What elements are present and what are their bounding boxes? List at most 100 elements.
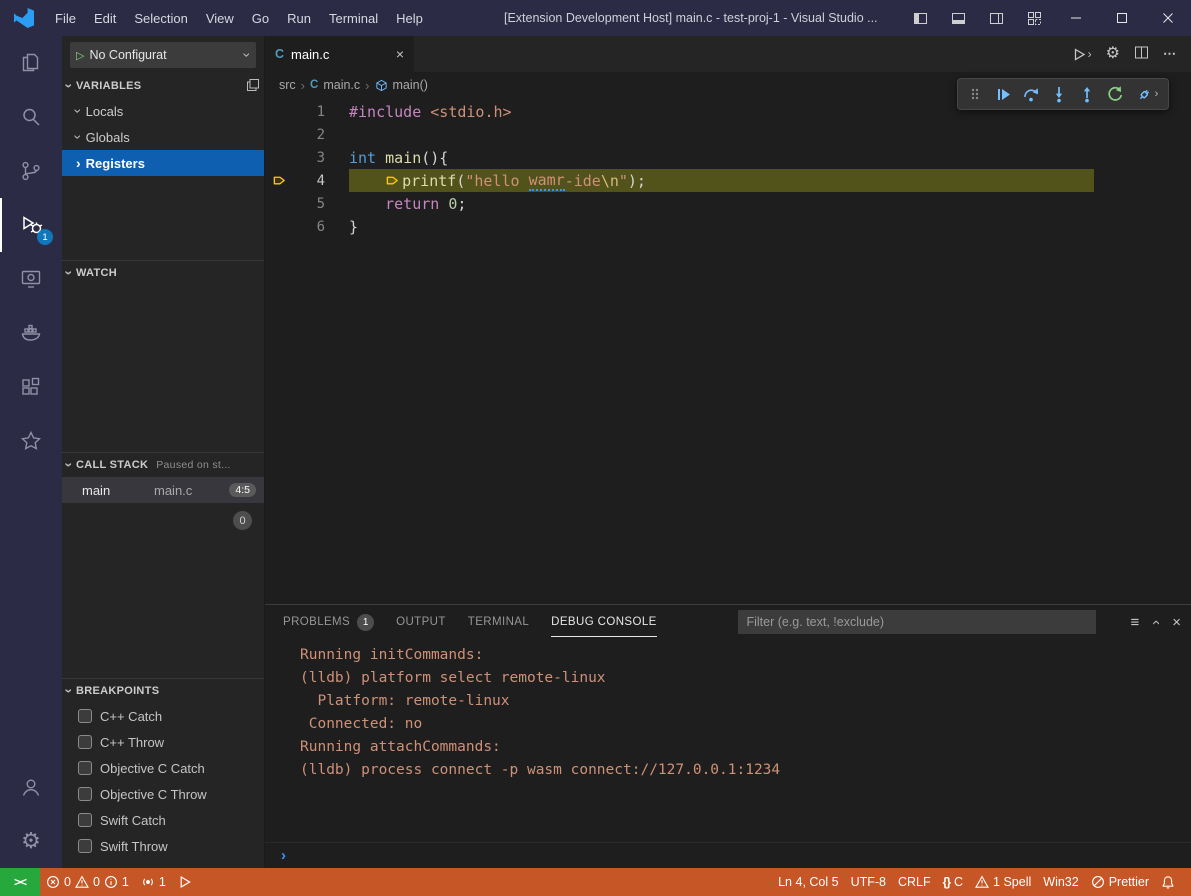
call-stack-section-header[interactable]: › CALL STACK Paused on st... xyxy=(62,453,264,477)
breakpoint-checkbox[interactable] xyxy=(78,735,92,749)
close-button[interactable] xyxy=(1145,0,1191,36)
variables-item-registers[interactable]: › Registers xyxy=(62,150,264,176)
code-text: printf("hello wamr-ide\n"); xyxy=(325,171,646,191)
collapse-all-icon[interactable] xyxy=(246,78,260,95)
breakpoint-checkbox[interactable] xyxy=(78,709,92,723)
current-line-pointer-icon[interactable] xyxy=(265,173,293,188)
step-into-button[interactable] xyxy=(1046,81,1072,107)
breakpoint-item[interactable]: Swift Catch xyxy=(62,807,264,833)
breadcrumb-symbol[interactable]: main() xyxy=(393,78,428,92)
tab-output[interactable]: OUTPUT xyxy=(396,605,446,639)
problems-indicator[interactable]: 0 0 1 xyxy=(40,868,135,896)
window-controls xyxy=(901,0,1191,36)
menu-file[interactable]: File xyxy=(46,0,85,36)
settings-gear-button[interactable]: ⚙ xyxy=(1106,46,1120,62)
run-file-button[interactable]: › xyxy=(1072,47,1092,62)
variables-section-header[interactable]: › VARIABLES xyxy=(62,74,264,98)
debug-config-dropdown[interactable]: ▷ No Configurat › xyxy=(70,42,256,68)
platform-indicator[interactable]: Win32 xyxy=(1037,868,1084,896)
layout-sidebar-icon[interactable] xyxy=(901,0,939,36)
breakpoint-item[interactable]: C++ Throw xyxy=(62,729,264,755)
debug-start-indicator[interactable] xyxy=(172,868,198,896)
eol-indicator[interactable]: CRLF xyxy=(892,868,937,896)
editor-group: C main.c × › ⚙ ⋯ src xyxy=(265,36,1191,868)
restart-button[interactable] xyxy=(1102,81,1128,107)
start-debug-icon[interactable]: ▷ xyxy=(76,49,84,62)
split-editor-button[interactable] xyxy=(1134,45,1149,63)
console-line: (lldb) platform select remote-linux xyxy=(300,670,1191,693)
maximize-button[interactable] xyxy=(1099,0,1145,36)
console-filter-input[interactable] xyxy=(738,610,1096,634)
more-actions-button[interactable]: ⋯ xyxy=(1163,46,1177,62)
disconnect-button[interactable]: › xyxy=(1130,81,1164,107)
encoding-indicator[interactable]: UTF-8 xyxy=(845,868,892,896)
activity-remote-explorer[interactable] xyxy=(0,252,62,306)
breakpoint-checkbox[interactable] xyxy=(78,839,92,853)
console-output[interactable]: Running initCommands:(lldb) platform sel… xyxy=(265,639,1191,842)
breadcrumb-src[interactable]: src xyxy=(279,78,296,92)
menu-terminal[interactable]: Terminal xyxy=(320,0,387,36)
watch-section-header[interactable]: › WATCH xyxy=(62,261,264,285)
activity-docker[interactable] xyxy=(0,306,62,360)
activity-search[interactable] xyxy=(0,90,62,144)
layout-customize-icon[interactable] xyxy=(1015,0,1053,36)
activity-account[interactable] xyxy=(0,760,62,814)
activity-explorer[interactable] xyxy=(0,36,62,90)
code-editor[interactable]: 1#include <stdio.h>23int main(){4 printf… xyxy=(265,98,1191,604)
tab-problems[interactable]: PROBLEMS 1 xyxy=(283,605,374,639)
panel-header: PROBLEMS 1 OUTPUT TERMINAL DEBUG CONSOLE xyxy=(265,605,1191,639)
call-stack-frame[interactable]: main main.c 4:5 xyxy=(62,477,264,503)
activity-star[interactable] xyxy=(0,414,62,468)
activity-settings[interactable]: ⚙ xyxy=(0,814,62,868)
variables-item-locals[interactable]: › Locals xyxy=(62,98,264,124)
titlebar: FileEditSelectionViewGoRunTerminalHelp [… xyxy=(0,0,1191,36)
warning-icon xyxy=(75,875,89,889)
symbol-cube-icon xyxy=(375,79,388,92)
breakpoint-item[interactable]: Swift Throw xyxy=(62,833,264,859)
variables-item-globals[interactable]: › Globals xyxy=(62,124,264,150)
breakpoint-item[interactable]: Objective C Throw xyxy=(62,781,264,807)
inline-breakpoint-icon[interactable] xyxy=(385,173,400,188)
menu-go[interactable]: Go xyxy=(243,0,278,36)
menu-edit[interactable]: Edit xyxy=(85,0,125,36)
activity-extensions[interactable] xyxy=(0,360,62,414)
minimize-button[interactable] xyxy=(1053,0,1099,36)
step-out-button[interactable] xyxy=(1074,81,1100,107)
debug-toolbar-drag-handle[interactable] xyxy=(962,81,988,107)
menu-help[interactable]: Help xyxy=(387,0,432,36)
activity-debug[interactable]: 1 xyxy=(0,198,62,252)
prettier-indicator[interactable]: Prettier xyxy=(1085,868,1155,896)
console-input-row[interactable]: › xyxy=(265,842,1191,868)
panel-actions: ≡ › × xyxy=(1130,615,1181,630)
menu-selection[interactable]: Selection xyxy=(125,0,196,36)
continue-button[interactable] xyxy=(990,81,1016,107)
chevron-right-icon: › xyxy=(301,78,305,93)
notifications-bell[interactable] xyxy=(1155,868,1181,896)
tab-debug-console[interactable]: DEBUG CONSOLE xyxy=(551,605,657,639)
activity-source-control[interactable] xyxy=(0,144,62,198)
ports-indicator[interactable]: 1 xyxy=(135,868,172,896)
breakpoint-item[interactable]: C++ Catch xyxy=(62,703,264,729)
breakpoint-item[interactable]: Objective C Catch xyxy=(62,755,264,781)
maximize-panel-icon[interactable]: › xyxy=(1148,620,1163,625)
tab-main-c[interactable]: C main.c × xyxy=(265,36,415,72)
tab-terminal[interactable]: TERMINAL xyxy=(468,605,529,639)
menu-view[interactable]: View xyxy=(197,0,243,36)
spell-indicator[interactable]: 1 Spell xyxy=(969,868,1037,896)
breakpoint-checkbox[interactable] xyxy=(78,787,92,801)
tab-close-icon[interactable]: × xyxy=(396,46,404,62)
breadcrumb-file[interactable]: main.c xyxy=(323,78,360,92)
panel-menu-icon[interactable]: ≡ xyxy=(1130,615,1139,630)
frame-position-badge: 4:5 xyxy=(229,483,256,497)
layout-sidebar-right-icon[interactable] xyxy=(977,0,1015,36)
layout-panel-icon[interactable] xyxy=(939,0,977,36)
remote-indicator[interactable]: >< xyxy=(0,868,40,896)
language-indicator[interactable]: {̇} C xyxy=(937,868,969,896)
step-over-button[interactable] xyxy=(1018,81,1044,107)
menu-run[interactable]: Run xyxy=(278,0,320,36)
close-panel-icon[interactable]: × xyxy=(1172,615,1181,630)
line-col-indicator[interactable]: Ln 4, Col 5 xyxy=(772,868,844,896)
breakpoint-checkbox[interactable] xyxy=(78,813,92,827)
breakpoint-checkbox[interactable] xyxy=(78,761,92,775)
breakpoints-section-header[interactable]: › BREAKPOINTS xyxy=(62,679,264,703)
